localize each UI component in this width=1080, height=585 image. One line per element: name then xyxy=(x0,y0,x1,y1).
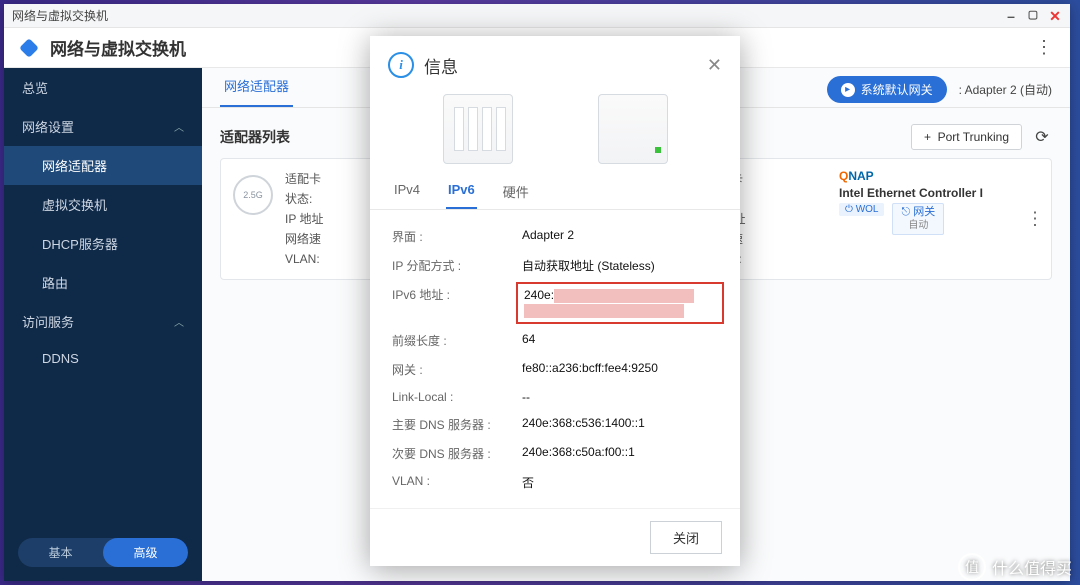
sidebar-item-vswitch[interactable]: 虚拟交换机 xyxy=(4,185,202,224)
sidebar-group-network-settings[interactable]: 网络设置 ︿ xyxy=(4,107,202,146)
sidebar-group-access-services[interactable]: 访问服务 ︿ xyxy=(4,302,202,341)
kv-value: fe80::a236:bcff:fee4:9250 xyxy=(522,361,718,378)
card-menu-button[interactable]: ⋮ xyxy=(1026,209,1043,230)
os-titlebar: 网络与虚拟交换机 – ▢ ✕ xyxy=(4,4,1070,28)
tab-network-adapter[interactable]: 网络适配器 xyxy=(220,66,293,107)
sidebar-label: 访问服务 xyxy=(22,312,74,331)
sidebar-label: 总览 xyxy=(22,78,48,97)
tab-ipv4[interactable]: IPv4 xyxy=(392,174,422,209)
sidebar-item-overview[interactable]: 总览 xyxy=(4,68,202,107)
gateway-tag: ⎋ 网关 自动 xyxy=(892,203,944,235)
kv-key: 次要 DNS 服务器 : xyxy=(392,445,522,462)
tab-hardware[interactable]: 硬件 xyxy=(501,174,531,209)
kv-value: -- xyxy=(522,390,718,404)
sidebar-label: 网络适配器 xyxy=(42,156,107,175)
window-title: 网络与虚拟交换机 xyxy=(12,7,108,24)
adapter-list-header: 适配器列表 xyxy=(220,127,290,147)
button-label: 系统默认网关 xyxy=(861,81,933,98)
gateway-icon: ▸ xyxy=(841,83,855,97)
watermark-icon: 值 xyxy=(958,553,986,581)
dialog-title: 信息 xyxy=(424,53,458,78)
info-dialog: i 信息 ✕ IPv4 IPv6 硬件 界面 :Adapter 2 IP 分配方… xyxy=(370,36,740,566)
kv-value: 240e:368:c536:1400::1 xyxy=(522,416,718,433)
sidebar-label: 路由 xyxy=(42,273,68,292)
kv-key: 主要 DNS 服务器 : xyxy=(392,416,522,433)
kv-value: 64 xyxy=(522,332,718,349)
nic-status-icon: 2.5G xyxy=(233,175,273,215)
qnap-logo: QNAP xyxy=(839,169,1039,183)
sidebar-label: 网络设置 xyxy=(22,117,74,136)
window-minimize-button[interactable]: – xyxy=(1004,9,1018,23)
window-close-button[interactable]: ✕ xyxy=(1048,9,1062,23)
controller-name: Intel Ethernet Controller I xyxy=(839,186,1039,200)
window-maximize-button[interactable]: ▢ xyxy=(1026,9,1040,23)
kv-value: 自动获取地址 (Stateless) xyxy=(522,257,718,274)
redacted-block: x xyxy=(554,289,694,303)
mode-basic-button[interactable]: 基本 xyxy=(18,538,103,567)
sidebar-label: DHCP服务器 xyxy=(42,234,118,253)
sidebar-item-route[interactable]: 路由 xyxy=(4,263,202,302)
kv-value: 240e:368:c50a:f00::1 xyxy=(522,445,718,462)
kv-value: 否 xyxy=(522,474,718,491)
kv-key: 界面 : xyxy=(392,228,522,245)
kv-value: Adapter 2 xyxy=(522,228,718,245)
sidebar: 总览 网络设置 ︿ 网络适配器 虚拟交换机 DHCP服务器 路由 访问服务 ︿ … xyxy=(4,68,202,581)
tab-ipv6[interactable]: IPv6 xyxy=(446,174,477,209)
dialog-close-icon[interactable]: ✕ xyxy=(707,55,722,76)
kv-key: Link-Local : xyxy=(392,390,522,404)
sidebar-mode-toggle: 基本 高级 xyxy=(4,528,202,581)
sidebar-item-dhcp[interactable]: DHCP服务器 xyxy=(4,224,202,263)
kv-key: 网关 : xyxy=(392,361,522,378)
refresh-button[interactable]: ⟳ xyxy=(1032,127,1052,147)
sidebar-item-adapter[interactable]: 网络适配器 xyxy=(4,146,202,185)
nas-device-icon xyxy=(443,94,513,164)
dialog-tabs: IPv4 IPv6 硬件 xyxy=(370,174,740,210)
nas-device-icon xyxy=(598,94,668,164)
app-icon xyxy=(18,37,40,59)
sidebar-item-ddns[interactable]: DDNS xyxy=(4,341,202,376)
device-graphic-row xyxy=(370,84,740,174)
wol-badge: ⏻ WOL xyxy=(839,203,884,216)
watermark-text: 什么值得买 xyxy=(992,555,1072,579)
kv-key: IP 分配方式 : xyxy=(392,257,522,274)
adapter-details: 适配卡 状态: IP 地址 网络速 VLAN: xyxy=(285,169,323,269)
port-trunking-button[interactable]: + Port Trunking xyxy=(911,124,1022,150)
info-icon: i xyxy=(388,52,414,78)
mode-advanced-button[interactable]: 高级 xyxy=(103,538,188,567)
kv-key: VLAN : xyxy=(392,474,522,491)
chevron-up-icon: ︿ xyxy=(174,314,184,329)
app-more-button[interactable]: ⋮ xyxy=(1031,35,1056,60)
sidebar-label: 虚拟交换机 xyxy=(42,195,107,214)
system-default-gateway-button[interactable]: ▸ 系统默认网关 xyxy=(827,76,947,103)
sidebar-label: DDNS xyxy=(42,351,79,366)
kv-key: 前缀长度 : xyxy=(392,332,522,349)
gateway-value: : Adapter 2 (自动) xyxy=(959,81,1052,98)
redacted-block: x xyxy=(524,304,684,318)
ipv6-address-value: 240e:x x xyxy=(516,282,724,324)
dialog-body: 界面 :Adapter 2 IP 分配方式 :自动获取地址 (Stateless… xyxy=(370,210,740,508)
app-title: 网络与虚拟交换机 xyxy=(50,35,186,60)
kv-key: IPv6 地址 : xyxy=(392,286,522,320)
watermark: 值 什么值得买 xyxy=(958,553,1072,581)
dialog-close-button[interactable]: 关闭 xyxy=(650,521,722,554)
chevron-up-icon: ︿ xyxy=(174,119,184,134)
